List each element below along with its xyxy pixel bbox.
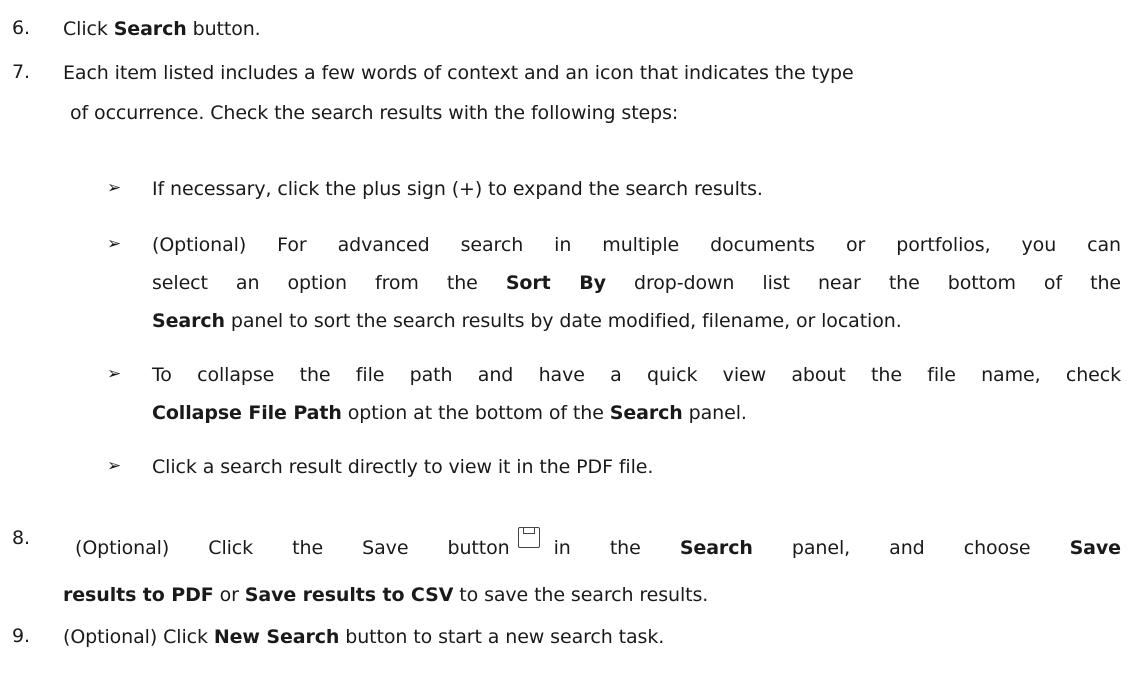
text: to save the search results.	[453, 584, 709, 606]
bold-term: Search	[152, 310, 225, 332]
text: (Optional) Click the Save button	[75, 537, 510, 559]
bullet-2-line3: Search panel to sort the search results …	[152, 309, 902, 333]
step-6-text: Click Search button.	[63, 17, 261, 41]
bold-term: Save results to CSV	[244, 584, 454, 606]
bullet-2-line2: select an option from the Sort By drop-d…	[152, 271, 1121, 295]
bold-term: results to PDF	[63, 584, 214, 606]
step-7-number: 7.	[12, 61, 30, 83]
text: or	[213, 584, 245, 606]
bullet-1-text: If necessary, click the plus sign (+) to…	[152, 178, 763, 200]
text: in the	[553, 537, 680, 559]
step-8-number: 8.	[12, 527, 30, 549]
step-8-line2: results to PDF or Save results to CSV to…	[63, 583, 708, 607]
text: Click	[63, 18, 114, 40]
text: button to start a new search task.	[339, 626, 665, 648]
text: panel, and choose	[752, 537, 1070, 559]
text: panel to sort the search results by date…	[224, 310, 902, 332]
text: panel.	[682, 402, 747, 424]
bold-term: Search	[113, 18, 187, 40]
text: drop-down list near the bottom of the	[605, 272, 1121, 294]
bullet-3-line2: Collapse File Path option at the bottom …	[152, 401, 747, 425]
step-7-line1: Each item listed includes a few words of…	[63, 62, 854, 84]
arrow-bullet-icon: ➢	[107, 364, 122, 384]
arrow-bullet-icon: ➢	[107, 456, 122, 476]
bold-term: Search	[679, 537, 753, 559]
step-9-text: (Optional) Click New Search button to st…	[63, 625, 664, 649]
bold-term: Search	[609, 402, 683, 424]
arrow-bullet-icon: ➢	[107, 234, 122, 254]
text: select an option from the	[152, 272, 506, 294]
step-8-line1: (Optional) Click the Save button in the S…	[75, 527, 1121, 560]
step-7-line2: of occurrence. Check the search results …	[70, 102, 679, 124]
text: option at the bottom of the	[341, 402, 610, 424]
save-icon	[517, 527, 540, 548]
text: button.	[186, 18, 261, 40]
bold-term: Save	[1069, 537, 1121, 559]
bold-term: Collapse File Path	[152, 402, 342, 424]
step-6-number: 6.	[12, 17, 30, 39]
step-9-number: 9.	[12, 625, 30, 647]
text: (Optional) Click	[63, 626, 214, 648]
bullet-3-line1: To collapse the file path and have a qui…	[152, 364, 1121, 386]
bold-term: New Search	[213, 626, 340, 648]
bullet-2-line1: (Optional) For advanced search in multip…	[152, 234, 1121, 256]
bold-term: Sort By	[505, 272, 606, 294]
arrow-bullet-icon: ➢	[107, 178, 122, 198]
bullet-4-text: Click a search result directly to view i…	[152, 456, 654, 478]
